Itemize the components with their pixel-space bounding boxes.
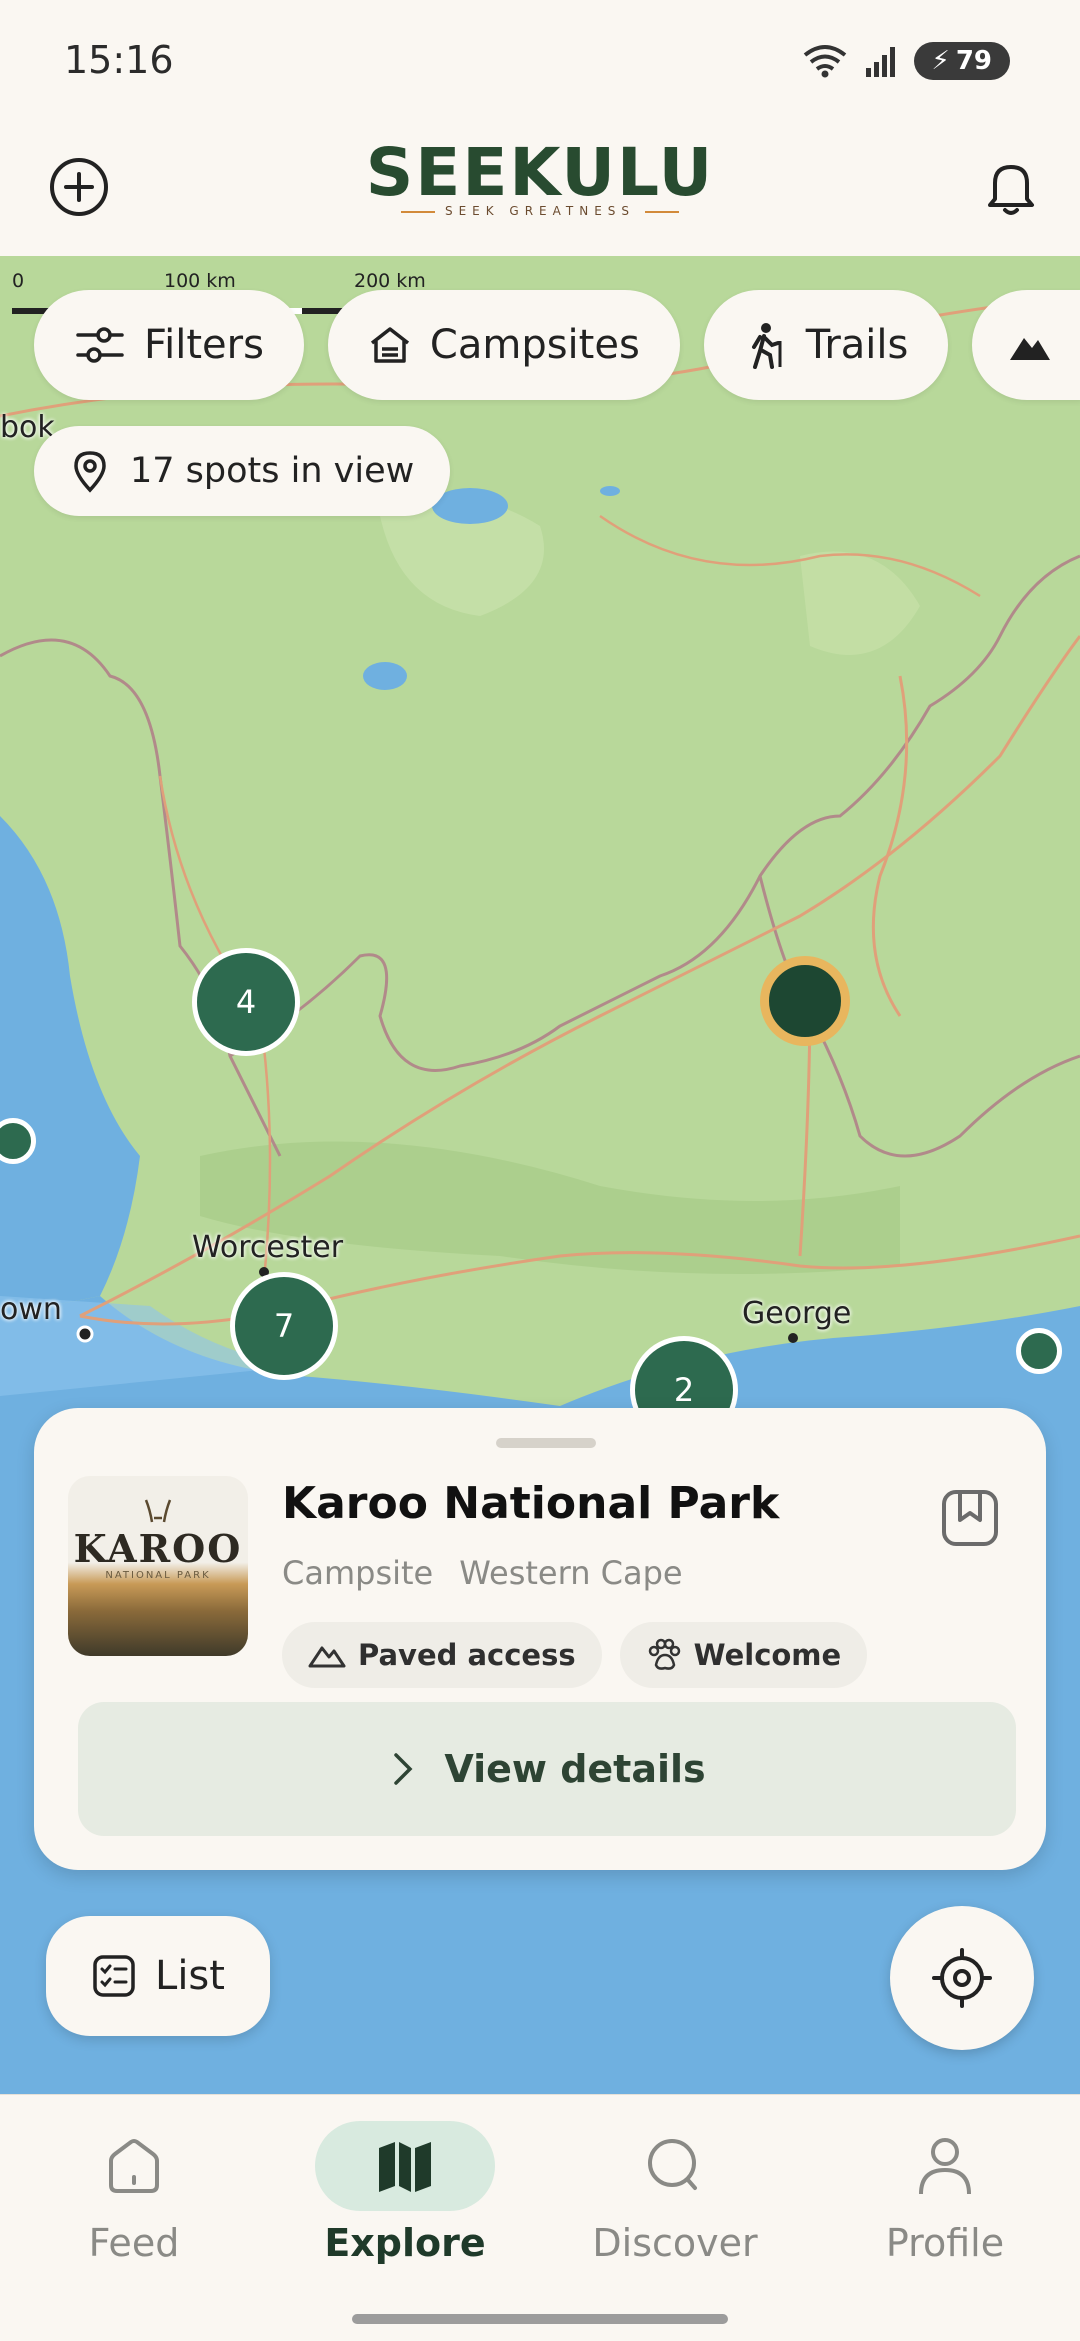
nav-discover-label: Discover: [592, 2221, 758, 2265]
mountain-icon: [1010, 338, 1051, 360]
selected-spot-marker[interactable]: [760, 956, 850, 1046]
logo-tagline: SEEK GREATNESS: [0, 204, 1080, 218]
logo-wordmark: SEEKULU: [365, 134, 715, 211]
nav-discover-icon-wrap: [585, 2121, 765, 2211]
antelope-logo-icon: [144, 1499, 172, 1523]
nav-profile-icon-wrap: [855, 2121, 1035, 2211]
nav-profile[interactable]: Profile: [825, 2121, 1065, 2265]
map-cluster[interactable]: 7: [230, 1272, 338, 1380]
bookmark-icon: [942, 1490, 998, 1546]
paw-icon: [648, 1638, 680, 1670]
spot-meta: Campsite Western Cape: [282, 1554, 683, 1592]
nav-feed-icon-wrap: [44, 2121, 224, 2211]
map-icon: [379, 2142, 431, 2192]
cabin-icon: [370, 327, 409, 363]
spot-category: Campsite: [282, 1554, 434, 1592]
trails-chip[interactable]: Trails: [703, 290, 949, 400]
map-cluster[interactable]: 4: [192, 948, 300, 1056]
crosshair-icon: [932, 1948, 992, 2008]
filters-chip-label: Filters: [144, 322, 264, 368]
bottom-navigation: Feed Explore Discover Profile: [0, 2094, 1080, 2341]
filter-chips: Filters Campsites Trails: [34, 290, 1080, 400]
sliders-icon: [76, 327, 124, 363]
hiker-icon: [751, 323, 782, 369]
drag-handle[interactable]: [496, 1438, 596, 1448]
tag-label: Paved access: [358, 1638, 576, 1672]
view-details-button[interactable]: View details: [78, 1702, 1016, 1836]
status-icons: ⚡ 79: [802, 42, 1010, 80]
nav-feed[interactable]: Feed: [14, 2121, 254, 2265]
tag-pets-welcome: Welcome: [619, 1622, 868, 1688]
tag-paved-access: Paved access: [282, 1622, 602, 1688]
map-place-label: George: [742, 1296, 852, 1331]
battery-indicator: ⚡ 79: [913, 42, 1010, 80]
signal-icon: [865, 47, 895, 77]
campsites-chip[interactable]: Campsites: [327, 290, 680, 400]
app-logo: SEEKULU SEEK GREATNESS: [0, 134, 1080, 219]
nav-explore-icon-wrap: [315, 2121, 495, 2211]
mountain-icon: [308, 1646, 346, 1668]
spot-region: Western Cape: [459, 1554, 683, 1592]
home-indicator[interactable]: [352, 2314, 728, 2324]
my-location-button[interactable]: [890, 1906, 1034, 2050]
scale-label: 200 km: [354, 270, 426, 292]
app-header: SEEKULU SEEK GREATNESS: [0, 120, 1080, 257]
spots-in-view-badge: 17 spots in view: [34, 426, 451, 516]
notifications-button[interactable]: [966, 142, 1056, 232]
status-bar: 15:16 ⚡ 79: [0, 0, 1080, 120]
spot-preview-card[interactable]: KAROO NATIONAL PARK Karoo National Park …: [34, 1408, 1046, 1870]
checklist-icon: [93, 1955, 135, 1997]
spot-tags: Paved access Welcome: [282, 1622, 868, 1688]
list-button-label: List: [155, 1953, 225, 1999]
battery-level: 79: [955, 46, 992, 76]
wifi-icon: [803, 45, 846, 78]
spot-title: Karoo National Park: [282, 1478, 780, 1529]
scale-label: 0: [12, 270, 25, 292]
map-spot-marker[interactable]: [1016, 1328, 1062, 1374]
scale-label: 100 km: [164, 270, 236, 292]
nav-profile-label: Profile: [885, 2221, 1005, 2265]
tag-label: Welcome: [693, 1638, 842, 1672]
view-details-label: View details: [444, 1747, 706, 1791]
thumbnail-title: KAROO: [73, 1526, 243, 1571]
bookmark-button[interactable]: [930, 1478, 1010, 1558]
charging-icon: ⚡: [931, 46, 950, 76]
search-icon: [648, 2139, 697, 2190]
chevron-right-icon: [394, 1753, 413, 1785]
peaks-chip[interactable]: [972, 290, 1080, 400]
status-time: 15:16: [64, 38, 174, 82]
nav-explore[interactable]: Explore: [285, 2121, 525, 2265]
campsites-chip-label: Campsites: [429, 322, 640, 368]
thumbnail-subtitle: NATIONAL PARK: [105, 1570, 211, 1581]
list-view-button[interactable]: List: [46, 1916, 270, 2036]
bell-icon: [988, 165, 1034, 215]
spots-in-view-label: 17 spots in view: [130, 451, 415, 491]
location-pin-icon: [74, 451, 106, 493]
nav-explore-label: Explore: [324, 2221, 486, 2265]
trails-chip-label: Trails: [805, 322, 909, 368]
map-place-label: own: [0, 1292, 62, 1327]
home-icon: [109, 2139, 159, 2193]
nav-discover[interactable]: Discover: [555, 2121, 795, 2265]
spot-thumbnail: KAROO NATIONAL PARK: [68, 1476, 248, 1656]
person-icon: [919, 2138, 971, 2195]
map-place-label: Worcester: [192, 1230, 344, 1265]
nav-feed-label: Feed: [88, 2221, 180, 2265]
filters-chip[interactable]: Filters: [34, 290, 304, 400]
